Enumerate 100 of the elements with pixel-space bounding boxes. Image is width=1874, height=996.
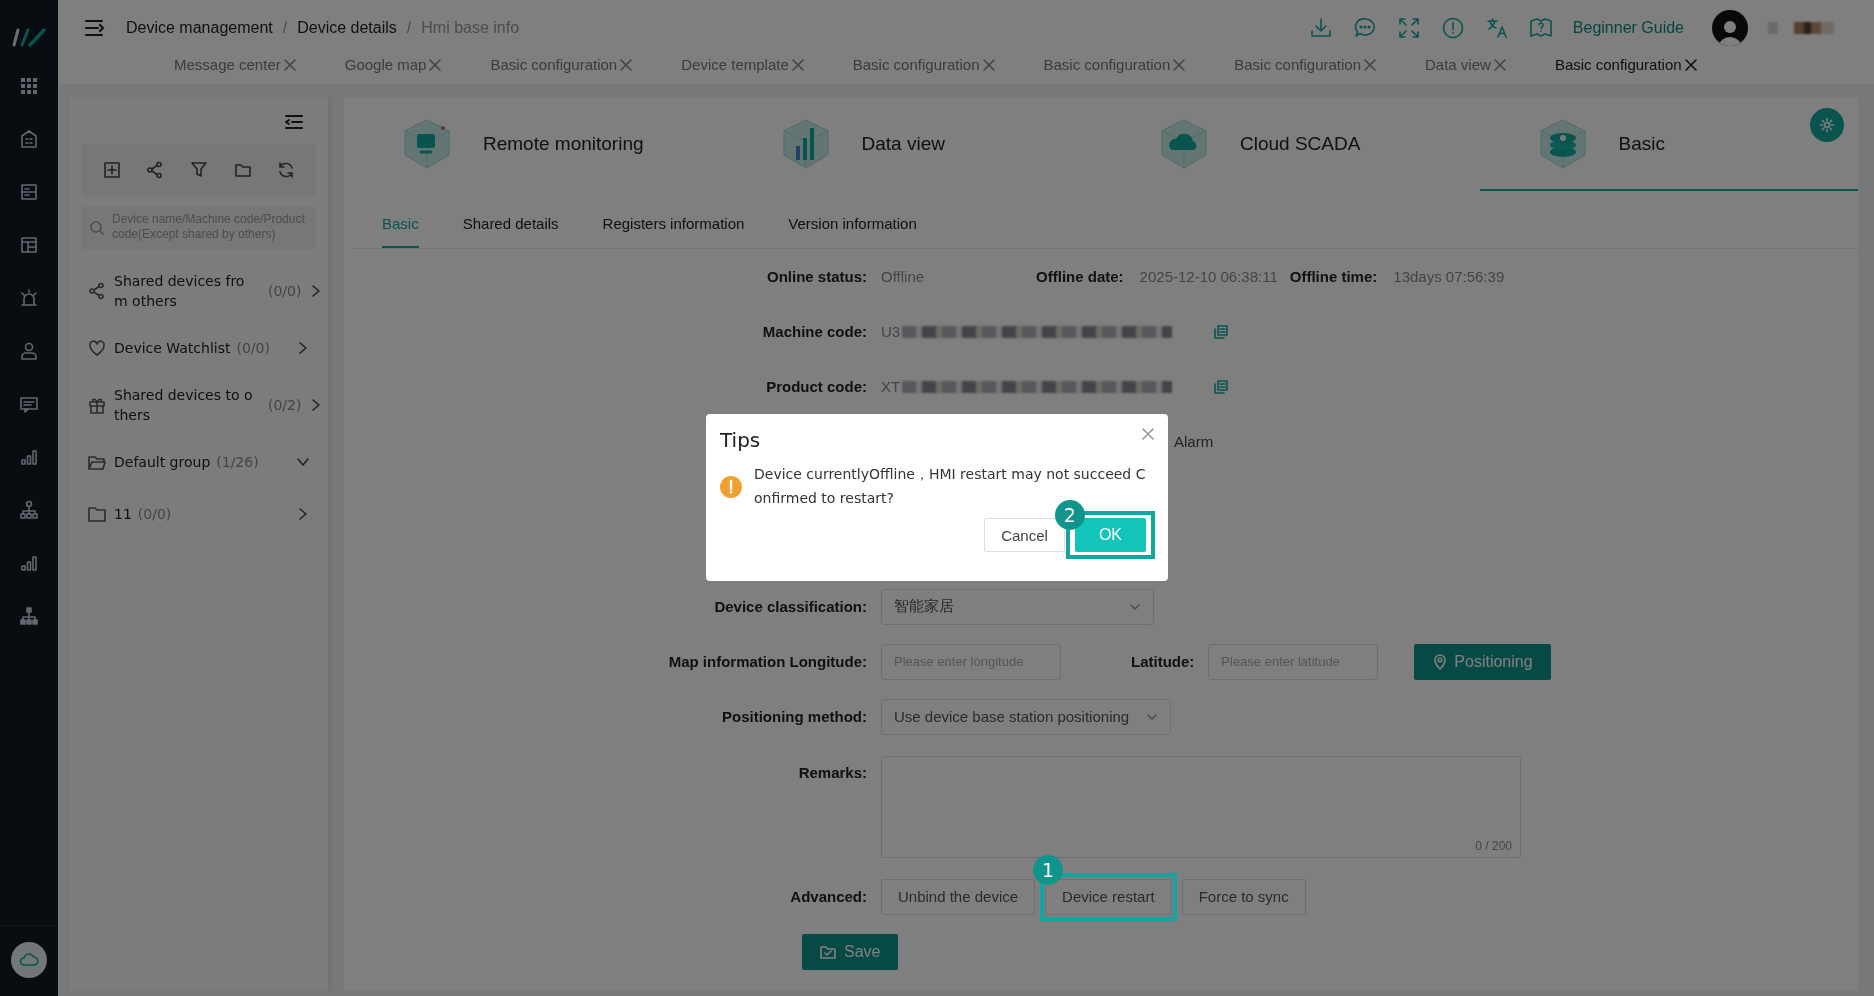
close-icon[interactable]: [1172, 57, 1187, 72]
field-value: 13days 07:56:39: [1393, 268, 1505, 285]
positioning-button[interactable]: Positioning: [1414, 643, 1551, 680]
advanced-button[interactable]: Device restart: [1045, 878, 1172, 915]
tree-item-label: 11: [114, 506, 132, 522]
building-icon[interactable]: [19, 129, 39, 149]
hierarchy-icon[interactable]: [19, 606, 39, 626]
close-icon[interactable]: [428, 57, 443, 72]
close-icon[interactable]: [282, 57, 297, 72]
book-help-icon[interactable]: [1528, 16, 1553, 40]
remarks-textarea[interactable]: 0 / 200: [881, 756, 1521, 858]
module-tab[interactable]: Cloud SCADA: [1101, 98, 1480, 191]
close-icon[interactable]: [619, 57, 634, 72]
breadcrumb-separator: /: [406, 19, 412, 37]
tab[interactable]: Basic configuration: [852, 56, 996, 73]
tab[interactable]: Google map: [344, 56, 443, 73]
breadcrumb-link[interactable]: Device management: [126, 19, 273, 37]
close-icon[interactable]: [1492, 57, 1507, 72]
cloud-button[interactable]: [11, 942, 47, 978]
server-icon[interactable]: [19, 182, 39, 202]
search-icon: [90, 221, 104, 235]
tree-item[interactable]: 11 (0/0): [82, 488, 316, 540]
copy-icon[interactable]: [1214, 379, 1229, 394]
gift-icon: [88, 396, 106, 414]
tree-item-count: (0/0): [236, 340, 270, 356]
user-icon[interactable]: [19, 341, 39, 361]
field-label: Device classification:: [713, 598, 868, 615]
tree-item-count: (1/26): [216, 454, 259, 470]
apps-grid-icon[interactable]: [19, 76, 39, 96]
close-icon[interactable]: [790, 57, 805, 72]
settings-icon: [1819, 117, 1835, 133]
advanced-button[interactable]: Unbind the device: [881, 878, 1036, 915]
logo-icon: [11, 26, 47, 48]
select-field[interactable]: Use device base station positioning: [881, 698, 1171, 735]
chevron-down-icon[interactable]: [296, 455, 310, 469]
filter-icon[interactable]: [190, 161, 208, 179]
close-icon[interactable]: [1363, 57, 1377, 72]
chevron-right-icon[interactable]: [296, 341, 310, 355]
message-icon[interactable]: [19, 394, 39, 414]
close-icon: [1142, 428, 1154, 440]
tree-item[interactable]: Shared devices to others (0/2): [82, 374, 316, 436]
chevron-right-icon[interactable]: [296, 507, 310, 521]
select-field[interactable]: 智能家居: [881, 588, 1154, 625]
menu-icon[interactable]: [84, 19, 106, 37]
sub-tab[interactable]: Registers information: [602, 201, 745, 248]
ok-button[interactable]: OK: [1074, 518, 1146, 552]
close-icon[interactable]: [1683, 57, 1698, 72]
field-label: Machine code:: [761, 323, 868, 340]
avatar[interactable]: [1712, 10, 1748, 46]
sub-tab[interactable]: Version information: [788, 201, 917, 248]
close-button[interactable]: [1140, 426, 1156, 442]
add-icon[interactable]: [102, 161, 121, 179]
module-tab[interactable]: Data view: [722, 98, 1101, 191]
settings-button[interactable]: [1810, 108, 1844, 142]
tree-item-label: Device Watchlist: [114, 340, 231, 356]
tab[interactable]: Basic configuration: [490, 56, 634, 73]
breadcrumb-link[interactable]: Device details: [297, 19, 397, 37]
sub-tab[interactable]: Shared details: [462, 201, 559, 248]
bar-chart-icon[interactable]: [19, 447, 39, 467]
info-icon[interactable]: [1440, 16, 1465, 40]
save-button[interactable]: Save: [802, 933, 899, 970]
tree-item-count: (0/0): [137, 506, 172, 522]
tab[interactable]: Basic configuration: [1043, 56, 1187, 73]
field-label: Offline date:: [1036, 268, 1124, 285]
collapse-icon[interactable]: [284, 114, 304, 130]
module-tab[interactable]: Remote monitoring: [344, 98, 723, 191]
heart-icon: [88, 339, 106, 357]
layout-icon[interactable]: [19, 235, 39, 255]
cancel-button[interactable]: Cancel: [984, 518, 1065, 552]
advanced-button[interactable]: Force to sync: [1181, 878, 1306, 915]
tab[interactable]: Message center: [174, 56, 297, 73]
open-folder-icon: [88, 453, 106, 471]
download-icon[interactable]: [1308, 16, 1333, 40]
tree-item[interactable]: Shared devices from others (0/0): [82, 260, 316, 322]
field-label: Positioning method:: [721, 708, 868, 725]
field-value: Offline: [881, 268, 925, 285]
field-label: Map information Longitude:: [667, 653, 868, 670]
share-icon[interactable]: [146, 161, 165, 179]
translate-icon[interactable]: [1484, 16, 1509, 40]
fullscreen-icon[interactable]: [1396, 16, 1421, 40]
field-label: Online status:: [766, 268, 868, 285]
field-value: U3: [881, 323, 901, 340]
folder-icon[interactable]: [233, 161, 252, 179]
bar-chart-icon[interactable]: [19, 553, 39, 573]
tree-item[interactable]: Default group (1/26): [82, 436, 316, 488]
tree-item[interactable]: Device Watchlist (0/0): [82, 322, 316, 374]
refresh-icon[interactable]: [277, 161, 296, 179]
close-icon[interactable]: [981, 57, 996, 72]
tab[interactable]: Basic configuration: [1554, 56, 1698, 73]
chat-icon[interactable]: [1352, 16, 1377, 40]
beginner-guide-link[interactable]: Beginner Guide: [1572, 19, 1684, 37]
alarm-light-icon[interactable]: [19, 288, 39, 308]
tab[interactable]: Device template: [681, 56, 805, 73]
tree-item-label: Shared devices to others: [114, 386, 254, 425]
sub-tab[interactable]: Basic: [382, 201, 419, 248]
copy-icon[interactable]: [1214, 324, 1229, 339]
tab[interactable]: Data view: [1425, 56, 1507, 73]
option-label: Alarm: [1174, 433, 1214, 450]
tab[interactable]: Basic configuration: [1234, 56, 1377, 73]
org-chart-icon[interactable]: [19, 500, 39, 520]
